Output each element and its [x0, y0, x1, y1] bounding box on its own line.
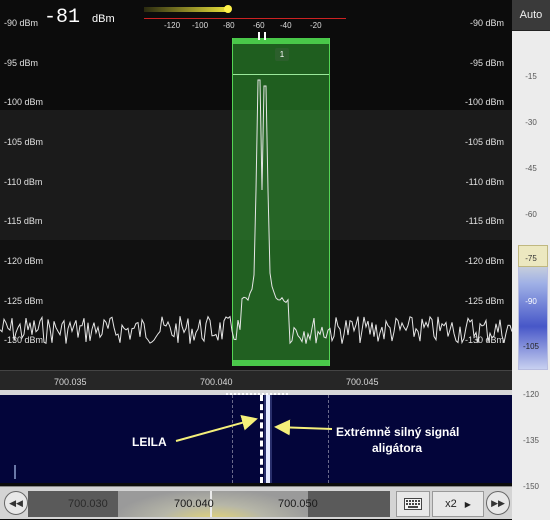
db-label: -90 dBm [469, 18, 504, 28]
scroll-left-button[interactable]: ◀◀ [4, 491, 28, 515]
frequency-axis[interactable]: 700.035 700.040 700.045 [0, 370, 512, 391]
keyboard-icon [404, 498, 422, 510]
db-label: -110 dBm [4, 177, 43, 187]
db-label: -120 dBm [464, 256, 504, 266]
scale-label: -135 [522, 436, 539, 445]
level-range-bar[interactable] [518, 245, 548, 370]
db-label: -100 dBm [464, 97, 504, 107]
scale-label: -120 [522, 390, 539, 399]
annotation-arrows [175, 414, 333, 442]
db-label: -110 dBm [465, 177, 504, 187]
spectrum-display[interactable]: -81 dBm -120 -100 -80 -60 -40 -20 1 -90 … [0, 0, 512, 370]
db-label: -95 dBm [469, 58, 504, 68]
bottom-bar: ◀◀ 700.030 700.040 700.050 x2 ▶ ▶▶ [0, 486, 512, 519]
track-label: 700.030 [68, 498, 108, 510]
zoom-button[interactable]: x2 ▶ [432, 491, 484, 517]
db-label: -115 dBm [4, 216, 43, 226]
frequency-scroll-track[interactable]: 700.030 700.040 700.050 [28, 491, 390, 517]
db-label: -115 dBm [465, 216, 504, 226]
scale-label: -30 [525, 118, 537, 127]
db-label: -95 dBm [4, 58, 39, 68]
track-label: 700.040 [174, 498, 214, 510]
scale-label: -90 [525, 297, 537, 306]
fast-forward-icon: ▶▶ [491, 497, 505, 508]
db-label: -125 dBm [4, 296, 44, 306]
db-label: -125 dBm [464, 296, 504, 306]
scale-label: -75 [525, 254, 537, 263]
scale-label: -105 [522, 342, 539, 351]
db-label: -105 dBm [464, 137, 504, 147]
db-label: -90 dBm [4, 18, 39, 28]
spectrum-trace [0, 79, 512, 345]
freq-label: 700.035 [54, 377, 87, 387]
rewind-icon: ◀◀ [9, 497, 23, 508]
scale-label: -45 [525, 164, 537, 173]
scale-label: -15 [525, 72, 537, 81]
auto-button[interactable]: Auto [512, 0, 550, 31]
arrow-leila [175, 414, 258, 442]
db-label: -105 dBm [4, 137, 44, 147]
auto-label: Auto [519, 9, 543, 21]
arrow-strong-signal [274, 419, 333, 436]
track-label: 700.050 [278, 498, 318, 510]
db-label: -100 dBm [4, 97, 44, 107]
freq-label: 700.040 [200, 377, 233, 387]
db-label: -130 dBm [4, 335, 44, 345]
scale-label: -150 [522, 482, 539, 491]
level-scale-panel: Auto -15 -30 -45 -60 -75 -90 -105 -120 -… [512, 0, 550, 520]
keyboard-button[interactable] [396, 491, 430, 517]
scroll-right-button[interactable]: ▶▶ [486, 491, 510, 515]
scale-label: -60 [525, 210, 537, 219]
play-right-icon: ▶ [464, 499, 471, 509]
freq-label: 700.045 [346, 377, 379, 387]
zoom-label: x2 [445, 498, 457, 510]
db-label: -120 dBm [4, 256, 44, 266]
waterfall-display[interactable]: LEILA Extrémně silný signál aligátora [0, 393, 512, 483]
db-label: -130 dBm [464, 335, 504, 345]
